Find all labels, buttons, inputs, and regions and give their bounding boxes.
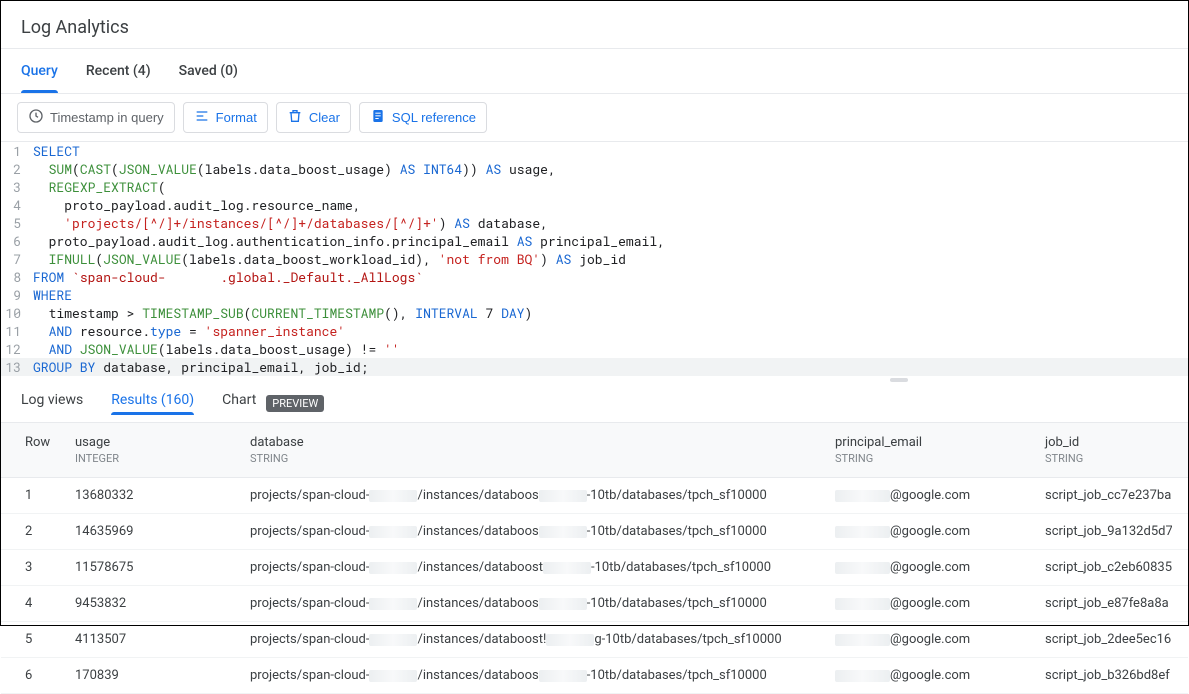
cell-row: 5: [17, 628, 67, 651]
preview-badge: PREVIEW: [266, 395, 324, 412]
sql-editor[interactable]: 1SELECT2 SUM(CAST(JSON_VALUE(labels.data…: [1, 142, 1188, 376]
editor-line[interactable]: 4 proto_payload.audit_log.resource_name,: [1, 196, 1188, 214]
cell-row: 6: [17, 664, 67, 687]
editor-line[interactable]: 6 proto_payload.audit_log.authentication…: [1, 232, 1188, 250]
cell-job-id: script_job_cc7e237ba: [1037, 484, 1172, 507]
sql-reference-button[interactable]: SQL reference: [359, 102, 487, 133]
results-table: Row usageINTEGER databaseSTRING principa…: [1, 423, 1188, 694]
cell-email: @google.com: [827, 520, 1037, 543]
cell-job-id: script_job_c2eb60835: [1037, 556, 1172, 579]
tab-saved-[interactable]: Saved (0): [179, 49, 238, 93]
table-row[interactable]: 113680332projects/span-cloud-/instances/…: [1, 478, 1188, 514]
editor-line[interactable]: 9WHERE: [1, 286, 1188, 304]
format-button[interactable]: Format: [183, 102, 268, 133]
editor-line[interactable]: 13GROUP BY database, principal_email, jo…: [1, 358, 1188, 376]
editor-line[interactable]: 10 timestamp > TIMESTAMP_SUB(CURRENT_TIM…: [1, 304, 1188, 322]
editor-line[interactable]: 8FROM `span-cloud- .global._Default._All…: [1, 268, 1188, 286]
table-row[interactable]: 54113507projects/span-cloud-/instances/d…: [1, 622, 1188, 658]
cell-database: projects/span-cloud-/instances/databoos-…: [242, 484, 827, 507]
doc-icon: [370, 108, 386, 127]
table-row[interactable]: 6170839projects/span-cloud-/instances/da…: [1, 658, 1188, 694]
cell-email: @google.com: [827, 628, 1037, 651]
cell-usage: 13680332: [67, 484, 242, 507]
cell-email: @google.com: [827, 556, 1037, 579]
col-row: Row: [25, 435, 59, 450]
cell-email: @google.com: [827, 664, 1037, 687]
editor-line[interactable]: 2 SUM(CAST(JSON_VALUE(labels.data_boost_…: [1, 160, 1188, 178]
cell-database: projects/span-cloud-/instances/databoost…: [242, 556, 827, 579]
cell-row: 1: [17, 484, 67, 507]
sql-reference-label: SQL reference: [392, 110, 476, 125]
cell-email: @google.com: [827, 592, 1037, 615]
editor-toolbar: Timestamp in query Format Clear SQL refe…: [1, 94, 1188, 142]
editor-line[interactable]: 12 AND JSON_VALUE(labels.data_boost_usag…: [1, 340, 1188, 358]
tab-log-views[interactable]: Log views: [21, 392, 83, 414]
table-row[interactable]: 49453832projects/span-cloud-/instances/d…: [1, 586, 1188, 622]
cell-usage: 9453832: [67, 592, 242, 615]
page-title: Log Analytics: [21, 17, 1168, 38]
cell-usage: 4113507: [67, 628, 242, 651]
cell-usage: 11578675: [67, 556, 242, 579]
col-principal-email: principal_email: [835, 435, 1029, 450]
clear-button[interactable]: Clear: [276, 102, 351, 133]
tab-results[interactable]: Results (160): [111, 392, 194, 414]
cell-job-id: script_job_9a132d5d7: [1037, 520, 1172, 543]
clear-label: Clear: [309, 110, 340, 125]
cell-row: 3: [17, 556, 67, 579]
cell-job-id: script_job_2dee5ec16: [1037, 628, 1172, 651]
cell-job-id: script_job_e87fe8a8a: [1037, 592, 1172, 615]
table-row[interactable]: 311578675projects/span-cloud-/instances/…: [1, 550, 1188, 586]
page-header: Log Analytics: [1, 1, 1188, 49]
table-row[interactable]: 214635969projects/span-cloud-/instances/…: [1, 514, 1188, 550]
timestamp-label: Timestamp in query: [50, 110, 164, 125]
cell-row: 4: [17, 592, 67, 615]
tab-recent-[interactable]: Recent (4): [86, 49, 151, 93]
col-database: database: [250, 435, 819, 450]
timestamp-button[interactable]: Timestamp in query: [17, 102, 175, 133]
tab-chart[interactable]: Chart: [222, 392, 256, 414]
editor-line[interactable]: 5 'projects/[^/]+/instances/[^/]+/databa…: [1, 214, 1188, 232]
format-label: Format: [216, 110, 257, 125]
editor-line[interactable]: 1SELECT: [1, 142, 1188, 160]
col-usage: usage: [75, 435, 234, 450]
editor-line[interactable]: 7 IFNULL(JSON_VALUE(labels.data_boost_wo…: [1, 250, 1188, 268]
cell-database: projects/span-cloud-/instances/databoos-…: [242, 592, 827, 615]
cell-database: projects/span-cloud-/instances/databoos-…: [242, 520, 827, 543]
cell-email: @google.com: [827, 484, 1037, 507]
format-icon: [194, 108, 210, 127]
cell-usage: 14635969: [67, 520, 242, 543]
top-tabs: Query Recent (4) Saved (0): [1, 49, 1188, 94]
col-job-id: job_id: [1045, 435, 1164, 450]
cell-database: projects/span-cloud-/instances/databoos-…: [242, 664, 827, 687]
cell-row: 2: [17, 520, 67, 543]
trash-icon: [287, 108, 303, 127]
cell-usage: 170839: [67, 664, 242, 687]
cell-database: projects/span-cloud-/instances/databoost…: [242, 628, 827, 651]
editor-line[interactable]: 11 AND resource.type = 'spanner_instance…: [1, 322, 1188, 340]
results-tabs: Log views Results (160) Chart PREVIEW: [1, 382, 1188, 423]
editor-line[interactable]: 3 REGEXP_EXTRACT(: [1, 178, 1188, 196]
table-header: Row usageINTEGER databaseSTRING principa…: [1, 423, 1188, 478]
clock-icon: [28, 108, 44, 127]
tab-query[interactable]: Query: [21, 49, 58, 93]
cell-job-id: script_job_b326bd8ef: [1037, 664, 1172, 687]
